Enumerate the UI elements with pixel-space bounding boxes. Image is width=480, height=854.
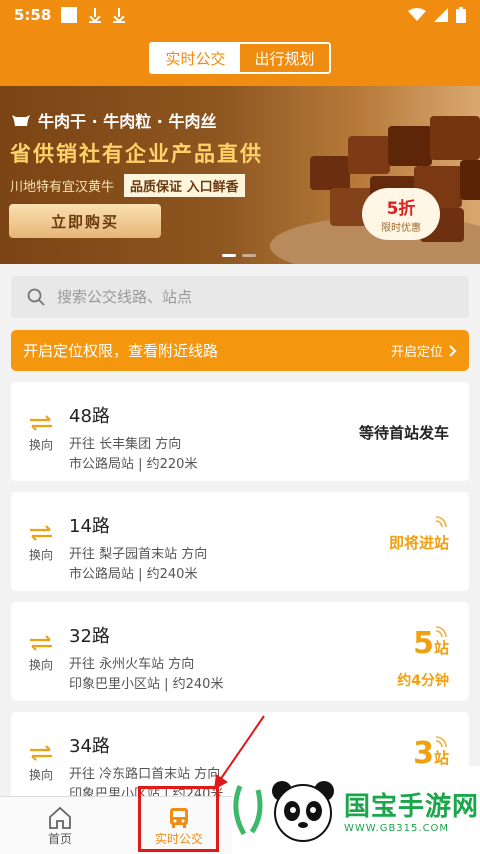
banner-tag1: 品质保证 <box>130 180 183 195</box>
promo-banner[interactable]: 牛肉干 · 牛肉粒 · 牛肉丝 省供销社有企业产品直供 川地特有宜汉黄牛 品质保… <box>0 86 480 264</box>
route-name: 48路 <box>69 406 110 427</box>
route-name: 32路 <box>69 626 110 647</box>
discount-badge: 5折 限时优惠 <box>362 188 440 240</box>
stations-unit: 站 <box>433 639 449 657</box>
route-stop: 市公路局站 | 约240米 <box>69 567 198 582</box>
swap-icon <box>30 745 52 761</box>
banner-tag2: 入口鲜香 <box>186 180 239 195</box>
route-direction: 开往 梨子园首末站 方向 <box>69 547 208 562</box>
panda-logo-icon <box>272 781 334 842</box>
watermark-url: WWW.GB315.COM <box>344 823 450 834</box>
route-eta: 约4分钟 <box>397 673 449 689</box>
banner-line3-left: 川地特有宜汉黄牛 <box>10 180 115 195</box>
banner-tag: 品质保证 入口鲜香 <box>124 174 245 197</box>
carousel-indicator <box>222 254 256 257</box>
search-icon <box>27 288 45 306</box>
swap-label: 换向 <box>28 548 53 562</box>
swap-icon <box>30 415 52 431</box>
route-card[interactable]: 换向 32路 开往 永州火车站 方向 印象巴里小区站 | 约240米 5站 约4… <box>11 602 469 701</box>
swap-direction-button[interactable]: 换向 <box>26 414 56 453</box>
battery-icon <box>456 7 466 23</box>
tab-trip-planning[interactable]: 出行规划 <box>240 44 329 72</box>
home-icon <box>49 806 71 829</box>
swap-direction-button[interactable]: 换向 <box>26 744 56 783</box>
carousel-dot <box>242 254 256 257</box>
watermark-title: 国宝手游网 <box>344 792 480 822</box>
wifi-icon <box>408 8 426 21</box>
banner-line1-text: 牛肉干 · 牛肉粒 · 牛肉丝 <box>38 112 217 131</box>
swap-label: 换向 <box>28 658 53 672</box>
route-direction: 开往 冷东路口首末站 方向 <box>69 767 221 782</box>
route-stop: 印象巴里小区站 | 约240米 <box>69 677 224 692</box>
cow-icon <box>12 115 30 126</box>
status-time: 5:58 <box>14 6 52 24</box>
watermark: 国宝手游网 WWW.GB315.COM <box>232 766 480 854</box>
tab-home-label: 首页 <box>47 831 72 846</box>
swap-icon <box>30 635 52 651</box>
highlight-box <box>138 786 219 852</box>
notification-icon <box>61 7 78 23</box>
enable-location-label: 开启定位 <box>390 345 443 360</box>
location-permission-text: 开启定位权限，查看附近线路 <box>23 342 219 360</box>
download-icon <box>111 7 127 23</box>
banner-headline: 省供销社有企业产品直供 <box>10 142 263 166</box>
download-icon <box>87 7 103 23</box>
segmented-tabs: 实时公交 出行规划 <box>149 42 331 74</box>
app-header: 实时公交 出行规划 <box>0 30 480 86</box>
route-name: 34路 <box>69 736 110 757</box>
beef-jerky-image <box>270 116 480 264</box>
route-card[interactable]: 换向 48路 开往 长丰集团 方向 市公路局站 | 约220米 等待首站发车 <box>11 382 469 481</box>
discount-sub: 限时优惠 <box>381 223 421 234</box>
chevron-right-icon <box>449 344 457 357</box>
search-bar[interactable] <box>11 276 469 318</box>
banner-line3: 川地特有宜汉黄牛 品质保证 入口鲜香 <box>10 174 245 197</box>
swap-icon <box>30 525 52 541</box>
stations-away: 5站 <box>413 626 449 661</box>
signal-icon <box>434 8 448 22</box>
buy-now-button[interactable]: 立即购买 <box>9 204 161 238</box>
route-direction: 开往 长丰集团 方向 <box>69 437 182 452</box>
discount-main: 5折 <box>386 199 416 219</box>
tab-realtime-bus[interactable]: 实时公交 <box>151 44 240 72</box>
route-name: 14路 <box>69 516 110 537</box>
leaf-logo-icon <box>233 785 263 836</box>
swap-label: 换向 <box>28 438 53 452</box>
route-status: 即将进站 <box>388 534 449 552</box>
stations-count: 5 <box>413 626 434 661</box>
tab-home[interactable]: 首页 <box>0 797 120 854</box>
swap-direction-button[interactable]: 换向 <box>26 524 56 563</box>
live-signal-icon <box>435 516 447 528</box>
route-status: 等待首站发车 <box>358 424 449 442</box>
route-direction: 开往 永州火车站 方向 <box>69 657 195 672</box>
route-stop: 市公路局站 | 约220米 <box>69 457 198 472</box>
swap-direction-button[interactable]: 换向 <box>26 634 56 673</box>
stations-unit: 站 <box>433 749 449 767</box>
carousel-dot <box>222 254 236 257</box>
swap-label: 换向 <box>28 768 53 782</box>
banner-line1: 牛肉干 · 牛肉粒 · 牛肉丝 <box>10 108 216 132</box>
search-input[interactable] <box>57 288 437 306</box>
enable-location-button[interactable]: 开启定位 <box>391 341 457 360</box>
route-card[interactable]: 换向 14路 开往 梨子园首末站 方向 市公路局站 | 约240米 即将进站 <box>11 492 469 591</box>
status-bar: 5:58 <box>0 0 480 30</box>
location-permission-bar[interactable]: 开启定位权限，查看附近线路 开启定位 <box>11 330 469 371</box>
